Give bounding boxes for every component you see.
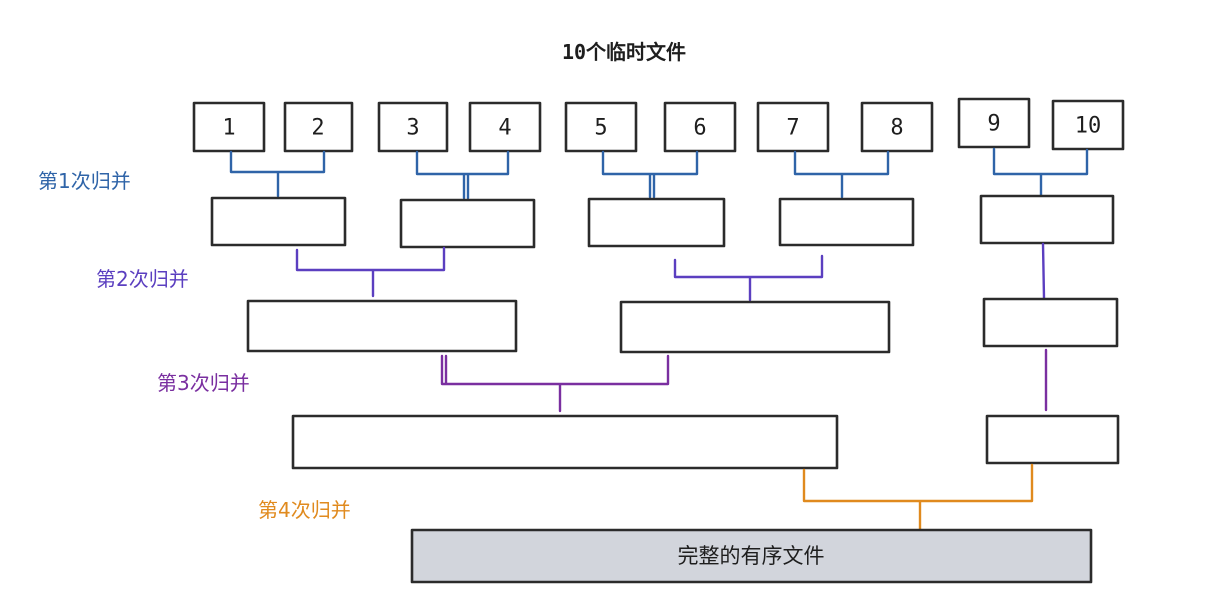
final-sorted-file: 完整的有序文件	[410, 528, 1093, 584]
temp-file-10: 10	[1051, 99, 1125, 151]
connector	[1041, 242, 1046, 300]
temp-file-label: 6	[693, 116, 706, 141]
temp-file-1: 1	[192, 101, 266, 153]
temp-file-6: 6	[663, 101, 737, 153]
merge-diagram: 10个临时文件 1 2 3 4 5 6 7 8 9 10 完整的有序文件 第1次…	[38, 40, 1125, 584]
temp-file-7: 7	[756, 101, 830, 153]
temp-file-label: 4	[498, 116, 511, 141]
temp-file-label: 9	[987, 112, 1000, 137]
connector	[601, 150, 699, 199]
connector	[992, 147, 1089, 198]
connector	[802, 463, 1034, 531]
merged-file-box	[985, 414, 1120, 465]
merge-round-label: 第4次归并	[258, 498, 351, 522]
connector	[673, 254, 824, 302]
temp-files-row: 1 2 3 4 5 6 7 8 9 10	[192, 97, 1125, 153]
round-3-connectors	[440, 348, 1048, 413]
round-2-files	[246, 297, 1119, 354]
merged-file-box	[778, 197, 915, 247]
merged-file-box	[979, 194, 1115, 245]
round-1-connectors	[229, 147, 1089, 200]
round-2-connectors	[295, 242, 1046, 302]
temp-file-label: 3	[406, 116, 419, 141]
temp-file-5: 5	[564, 101, 638, 153]
merge-round-label: 第1次归并	[38, 169, 131, 193]
merged-file-box	[399, 198, 536, 249]
merge-round-label: 第3次归并	[157, 371, 250, 395]
connector	[440, 354, 670, 413]
temp-file-label: 2	[311, 116, 324, 141]
temp-file-label: 5	[594, 116, 607, 141]
merged-file-box	[210, 196, 347, 247]
connector	[229, 150, 326, 198]
round-3-files	[291, 414, 1120, 470]
final-file-label: 完整的有序文件	[678, 544, 825, 568]
merged-file-box	[587, 197, 726, 248]
connector	[415, 150, 510, 200]
temp-file-label: 8	[890, 116, 903, 141]
temp-file-8: 8	[860, 101, 934, 153]
merged-file-box	[982, 297, 1119, 348]
temp-file-9: 9	[957, 97, 1031, 149]
temp-file-4: 4	[468, 101, 542, 153]
merged-file-box	[619, 300, 891, 354]
merged-file-box	[291, 414, 839, 470]
merge-round-label: 第2次归并	[96, 267, 189, 291]
connector	[295, 246, 446, 298]
temp-file-3: 3	[377, 101, 449, 153]
temp-file-2: 2	[283, 101, 354, 153]
round-4-connectors	[802, 463, 1034, 531]
round-1-files	[210, 194, 1115, 249]
connector	[793, 150, 890, 199]
temp-file-label: 10	[1075, 114, 1102, 139]
temp-file-label: 1	[222, 116, 235, 141]
diagram-title: 10个临时文件	[562, 40, 686, 64]
merged-file-box	[246, 299, 518, 353]
temp-file-label: 7	[786, 116, 799, 141]
